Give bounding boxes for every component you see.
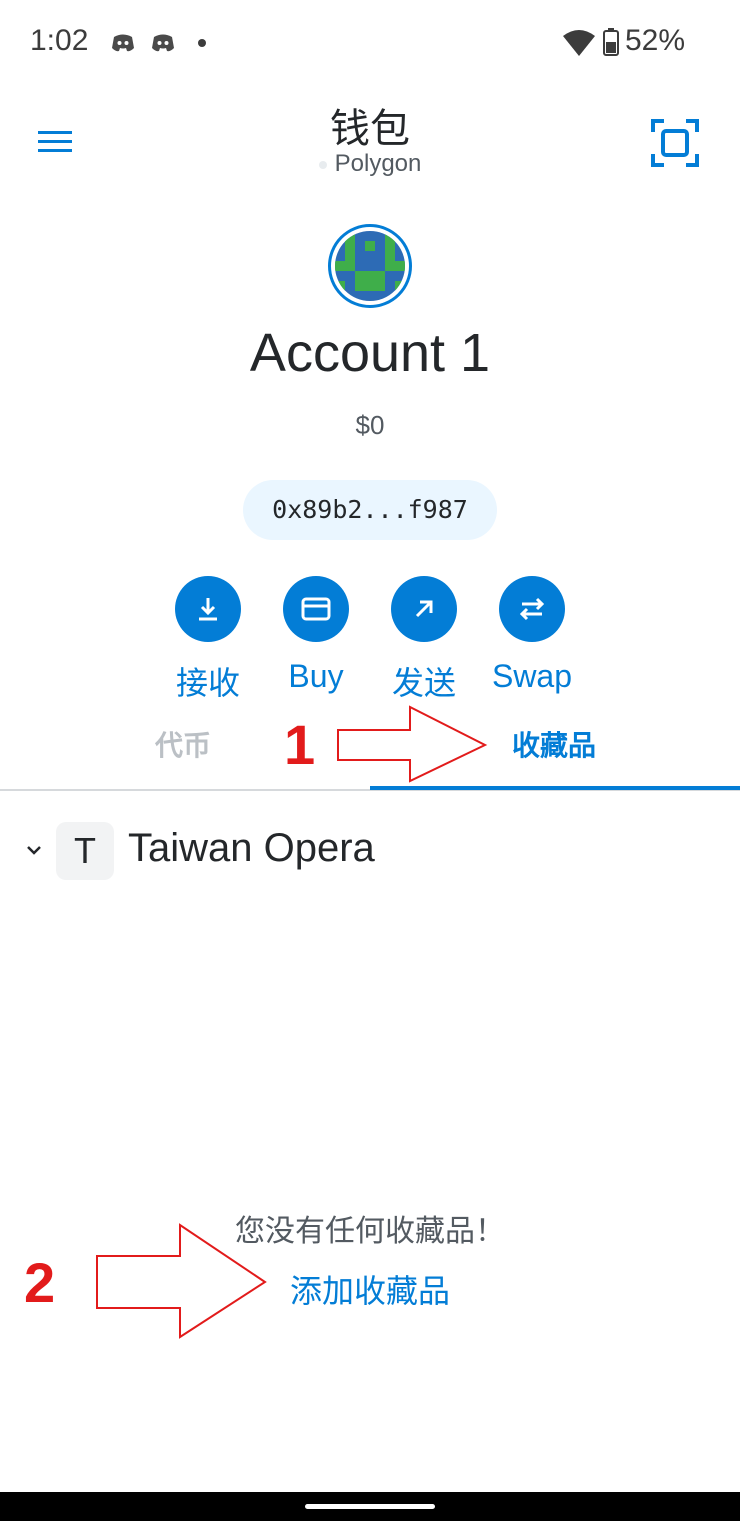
send-label: 发送 bbox=[391, 665, 456, 701]
account-address-copy-button[interactable]: 0x89b2...f987 bbox=[243, 480, 497, 540]
tab-collectibles[interactable]: 收藏品 bbox=[512, 724, 596, 764]
account-avatar[interactable] bbox=[328, 224, 412, 308]
system-nav-bar bbox=[0, 1492, 740, 1521]
active-tab-indicator bbox=[370, 786, 740, 790]
battery-icon bbox=[603, 28, 619, 56]
buy-button[interactable]: Buy bbox=[261, 576, 371, 695]
receive-button[interactable]: 接收 bbox=[153, 576, 263, 704]
arrow-up-right-icon bbox=[391, 576, 457, 642]
network-selector[interactable]: Polygon bbox=[270, 150, 470, 178]
page-title: 钱包 bbox=[330, 106, 410, 152]
wifi-icon bbox=[563, 30, 595, 56]
annotation-arrow-icon bbox=[96, 1223, 267, 1339]
more-notifications-dot-icon bbox=[198, 39, 206, 47]
account-balance: $0 bbox=[355, 410, 385, 440]
status-bar: 1:02 52% bbox=[0, 0, 740, 88]
chevron-down-icon[interactable] bbox=[24, 840, 44, 860]
tab-tokens[interactable]: 代币 bbox=[155, 724, 211, 764]
swap-button[interactable]: Swap bbox=[477, 576, 587, 695]
receive-label: 接收 bbox=[175, 665, 240, 701]
discord-notification-icon bbox=[152, 34, 174, 52]
identicon-icon bbox=[335, 231, 405, 301]
qr-scan-icon[interactable] bbox=[650, 118, 700, 168]
hamburger-menu-icon[interactable] bbox=[38, 128, 74, 156]
annotation-arrow-icon bbox=[337, 705, 488, 783]
home-indicator[interactable] bbox=[305, 1504, 435, 1509]
network-name: Polygon bbox=[334, 150, 422, 177]
buy-label: Buy bbox=[288, 658, 344, 694]
download-icon bbox=[175, 576, 241, 642]
battery-percentage: 52% bbox=[625, 24, 686, 57]
annotation-number-2: 2 bbox=[24, 1251, 56, 1314]
swap-label: Swap bbox=[491, 658, 573, 694]
card-icon bbox=[283, 576, 349, 642]
send-button[interactable]: 发送 bbox=[369, 576, 479, 704]
account-name[interactable]: Account 1 bbox=[170, 322, 570, 384]
status-time: 1:02 bbox=[30, 24, 89, 57]
annotation-number-1: 1 bbox=[284, 713, 316, 776]
discord-notification-icon bbox=[112, 34, 134, 52]
swap-icon bbox=[499, 576, 565, 642]
network-status-dot-icon bbox=[318, 160, 327, 169]
collection-badge: T bbox=[56, 822, 114, 880]
collection-name[interactable]: Taiwan Opera bbox=[128, 826, 375, 871]
